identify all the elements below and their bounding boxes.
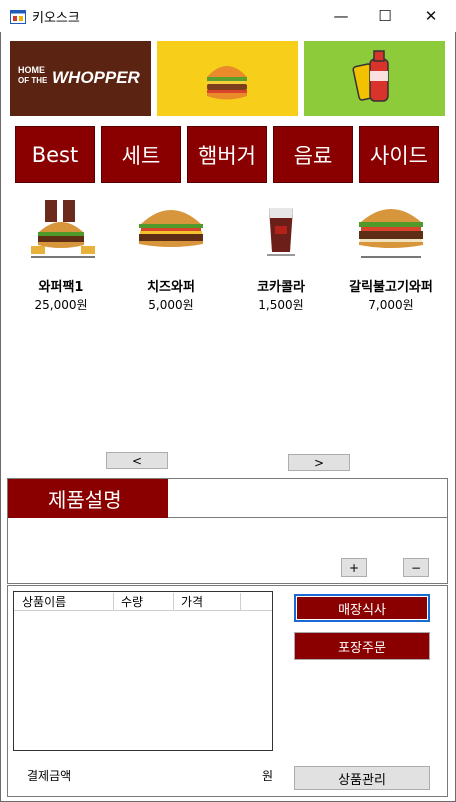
- category-drink-button[interactable]: 음료: [273, 126, 353, 183]
- payment-amount-label: 결제금액: [27, 769, 72, 783]
- minimize-button[interactable]: —: [318, 0, 364, 32]
- product-item[interactable]: 와퍼팩1 25,000원: [11, 194, 111, 312]
- whopper-banner[interactable]: HOME OF THE WHOPPER: [10, 41, 151, 116]
- window-border: [0, 32, 1, 802]
- burger-banner[interactable]: [157, 41, 298, 116]
- product-price: 1,500원: [258, 298, 304, 312]
- product-item[interactable]: 갈릭불고기와퍼 7,000원: [341, 194, 441, 312]
- category-burger-button[interactable]: 햄버거: [187, 126, 267, 183]
- divider: [14, 610, 272, 611]
- description-title: 제품설명: [8, 479, 168, 518]
- dine-in-button[interactable]: 매장식사: [294, 594, 430, 622]
- category-set-button[interactable]: 세트: [101, 126, 181, 183]
- product-name: 와퍼팩1: [38, 280, 84, 295]
- increase-quantity-button[interactable]: +: [341, 558, 367, 577]
- burger-icon: [207, 66, 247, 100]
- product-name: 코카콜라: [257, 280, 305, 295]
- column-separator: [173, 593, 174, 610]
- order-list[interactable]: [13, 591, 273, 751]
- prev-page-button[interactable]: <: [106, 452, 168, 469]
- soda-fries-icon: [352, 50, 389, 102]
- product-price: 25,000원: [34, 298, 88, 312]
- takeout-button[interactable]: 포장주문: [294, 632, 430, 660]
- column-header-name[interactable]: 상품이름: [22, 593, 66, 610]
- category-best-button[interactable]: Best: [15, 126, 95, 183]
- logo-line1: HOME: [18, 65, 45, 75]
- garlic-bulgogi-whopper-image: [341, 194, 441, 264]
- logo-word: WHOPPER: [52, 68, 141, 87]
- minimize-icon: —: [333, 7, 349, 25]
- close-button[interactable]: ✕: [408, 0, 454, 32]
- next-page-button[interactable]: >: [288, 454, 350, 471]
- product-item[interactable]: 코카콜라 1,500원: [231, 194, 331, 312]
- app-icon: [10, 9, 26, 24]
- drink-banner[interactable]: [304, 41, 445, 116]
- product-item[interactable]: 치즈와퍼 5,000원: [121, 194, 221, 312]
- category-side-button[interactable]: 사이드: [359, 126, 439, 183]
- product-management-button[interactable]: 상품관리: [294, 766, 430, 790]
- column-header-price[interactable]: 가격: [181, 593, 203, 610]
- product-name: 치즈와퍼: [147, 280, 195, 295]
- whopper-logo: HOME OF THE WHOPPER: [18, 65, 141, 87]
- column-header-qty[interactable]: 수량: [121, 593, 143, 610]
- product-price: 5,000원: [148, 298, 194, 312]
- burger-pack-image: [11, 194, 111, 264]
- column-separator: [113, 593, 114, 610]
- logo-line2: OF THE: [18, 76, 48, 85]
- column-separator: [240, 593, 241, 610]
- coca-cola-image: [231, 194, 331, 264]
- maximize-icon: ☐: [378, 7, 392, 25]
- product-price: 7,000원: [368, 298, 414, 312]
- decrease-quantity-button[interactable]: −: [403, 558, 429, 577]
- window-title: 키오스크: [32, 11, 80, 26]
- divider: [168, 517, 448, 518]
- maximize-button[interactable]: ☐: [362, 0, 408, 32]
- cheese-whopper-image: [121, 194, 221, 264]
- close-icon: ✕: [424, 7, 438, 25]
- currency-label: 원: [262, 769, 274, 783]
- product-name: 갈릭불고기와퍼: [349, 280, 433, 295]
